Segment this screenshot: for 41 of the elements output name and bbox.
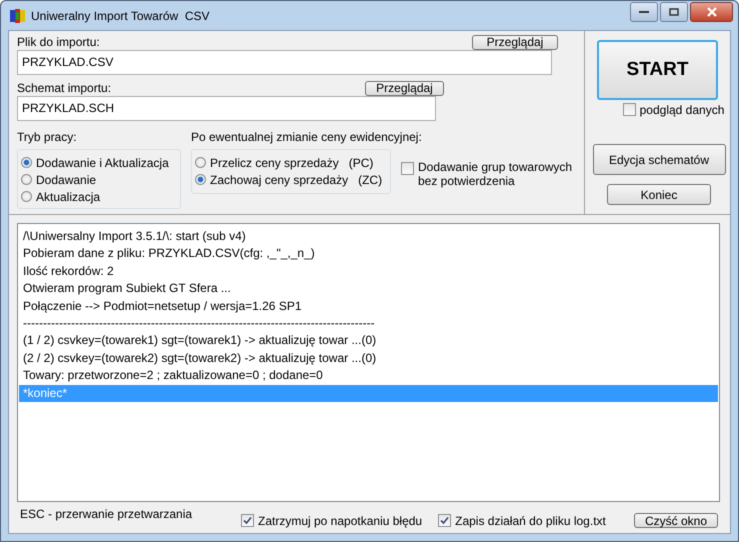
browse-button[interactable]: Przeglądaj bbox=[472, 34, 558, 50]
log-line[interactable]: (2 / 2) csvkey=(towarek2) sgt=(towarek2) -> aktualizuję towar ...(0) bbox=[19, 350, 718, 368]
start-button[interactable]: START bbox=[597, 40, 718, 100]
maximize-button[interactable] bbox=[660, 2, 688, 22]
log-line[interactable]: (1 / 2) csvkey=(towarek1) sgt=(towarek1) -> aktualizuję towar ...(0) bbox=[19, 332, 718, 350]
maximize-icon bbox=[669, 8, 679, 16]
price-label: Po ewentualnej zmianie ceny ewidencyjnej: bbox=[191, 130, 423, 144]
checkbox-option[interactable]: Zapis działań do pliku log.txt bbox=[438, 514, 606, 528]
status-text: ESC - przerwanie przetwarzania bbox=[20, 507, 194, 521]
edit-schemas-button[interactable]: Edycja schematów bbox=[592, 144, 726, 175]
radio-option[interactable]: Aktualizacja bbox=[21, 188, 176, 205]
log-line[interactable]: ---------------------------------------------------------------------------------------- bbox=[19, 314, 718, 332]
mode-label: Tryb pracy: bbox=[17, 130, 78, 144]
clear-button[interactable]: Czyść okno bbox=[634, 513, 718, 528]
browse-button[interactable]: Przeglądaj bbox=[365, 80, 444, 96]
radio-option[interactable]: Zachowaj ceny sprzedaży (ZC) bbox=[195, 171, 386, 188]
close-icon bbox=[706, 6, 718, 16]
checkbox-option[interactable]: Zatrzymuj po napotkaniu błędu bbox=[241, 514, 422, 528]
window-title: Uniweralny Import Towarów CSV bbox=[31, 8, 210, 22]
close-button[interactable] bbox=[690, 2, 733, 22]
log-line[interactable]: Ilość rekordów: 2 bbox=[19, 262, 718, 280]
app-icon bbox=[10, 8, 26, 24]
checkbox-option[interactable]: podgląd danych bbox=[622, 103, 724, 117]
radio-option[interactable]: Dodawanie bbox=[21, 171, 176, 188]
schema-label: Schemat importu: bbox=[17, 81, 112, 95]
radio-option[interactable]: Dodawanie i Aktualizacja bbox=[21, 154, 176, 171]
log-line[interactable]: Pobieram dane z pliku: PRZYKLAD.CSV(cfg: ,_"_,_n_) bbox=[19, 245, 718, 263]
check-icon bbox=[440, 516, 450, 525]
log-line[interactable]: Otwieram program Subiekt GT Sfera ... bbox=[19, 280, 718, 298]
minimize-button[interactable] bbox=[630, 2, 658, 22]
minimize-icon bbox=[639, 10, 649, 14]
log-line[interactable]: Towary: przetworzone=2 ; zaktualizowane=0 ; dodane=0 bbox=[19, 367, 718, 385]
log-line[interactable]: Połączenie --> Podmiot=netsetup / wersja=1.26 SP1 bbox=[19, 298, 718, 315]
radio-option[interactable]: Przelicz ceny sprzedaży (PC) bbox=[195, 154, 386, 171]
check-icon bbox=[243, 516, 252, 525]
file-label: Plik do importu: bbox=[17, 35, 100, 49]
file-field[interactable]: PRZYKLAD.CSV bbox=[17, 50, 552, 75]
log-line[interactable]: /\Uniwersalny Import 3.5.1/\: start (sub v4) bbox=[19, 228, 718, 246]
exit-button[interactable]: Koniec bbox=[607, 184, 711, 205]
schema-field[interactable]: PRZYKLAD.SCH bbox=[17, 96, 436, 121]
checkbox-option[interactable]: Dodawanie grup towarowych bez potwierdzenia bbox=[401, 160, 577, 188]
